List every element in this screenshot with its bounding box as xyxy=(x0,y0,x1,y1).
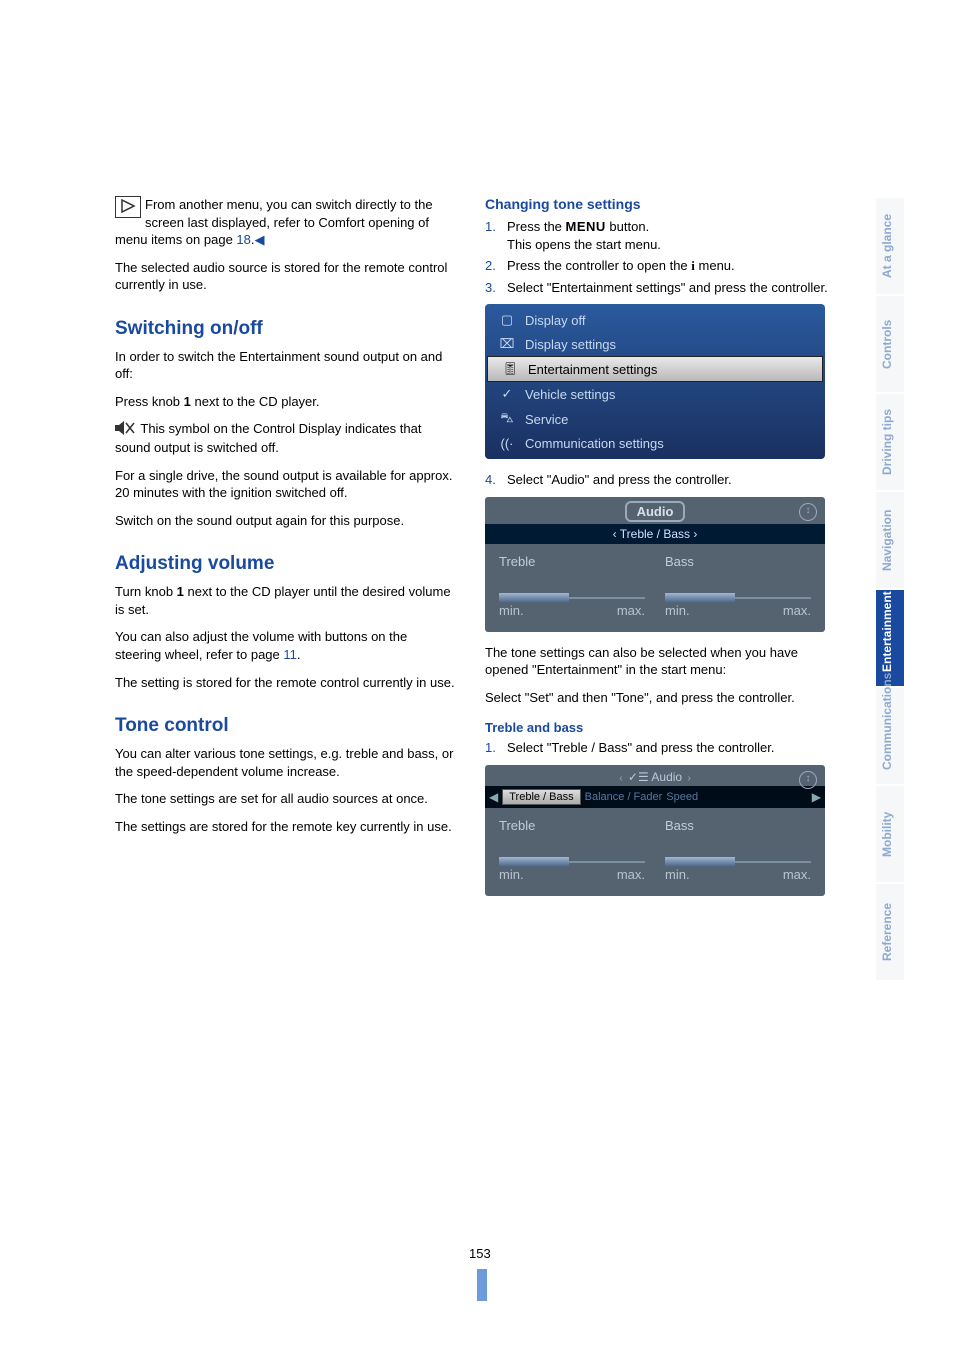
changing-tone-step4: 4. Select "Audio" and press the controll… xyxy=(485,471,830,489)
audio-nav-icon: ✓☰ xyxy=(628,770,649,784)
equalizer-icon: 🎚 xyxy=(498,361,522,377)
tip-arrow-icon xyxy=(115,196,141,218)
menu-row-service: ⛍Service xyxy=(485,406,825,432)
knob-number-2: 1 xyxy=(177,584,184,599)
end-marker-icon: ◀ xyxy=(255,231,265,249)
right-column: Changing tone settings 1. Press the MENU… xyxy=(485,196,830,908)
step-number: 3. xyxy=(485,279,507,297)
treble-label: Treble xyxy=(499,554,645,569)
switch-knob: Press knob 1 next to the CD player. xyxy=(115,393,455,411)
step4-text: Select "Audio" and press the controller. xyxy=(507,471,732,489)
left-column: From another menu, you can switch direct… xyxy=(115,196,455,908)
heading-treble-bass: Treble and bass xyxy=(485,720,830,735)
heading-tone: Tone control xyxy=(115,715,455,737)
monitor-icon: ⌧ xyxy=(495,336,519,352)
circle-indicator-icon: ↕ xyxy=(799,503,817,521)
treble-bass-steps: 1. Select "Treble / Bass" and press the … xyxy=(485,739,830,757)
car-icon: ⛍ xyxy=(495,410,519,428)
tip-page-link[interactable]: 18 xyxy=(236,232,250,247)
step-number: 1. xyxy=(485,739,507,757)
tab-entertainment[interactable]: Entertainment xyxy=(876,588,904,686)
step-number: 1. xyxy=(485,218,507,253)
tab-balance-fader: Balance / Fader xyxy=(585,791,663,803)
circle-indicator-icon: ↕ xyxy=(799,771,817,789)
tip-text-before: From another menu, you can switch direct… xyxy=(115,197,433,247)
stored-source-text: The selected audio source is stored for … xyxy=(115,259,455,294)
step1-sub: This opens the start menu. xyxy=(507,237,661,252)
tab-at-a-glance[interactable]: At a glance xyxy=(876,196,904,294)
treble-slider-2 xyxy=(499,861,645,863)
changing-tone-steps: 1. Press the MENU button. This opens the… xyxy=(485,218,830,296)
menu-row-display-off: ▢Display off xyxy=(485,308,825,332)
bass-label-2: Bass xyxy=(665,818,811,833)
knob-number: 1 xyxy=(184,394,191,409)
section-tabs: At a glance Controls Driving tips Naviga… xyxy=(876,196,904,980)
step3-text: Select "Entertainment settings" and pres… xyxy=(507,279,828,297)
audio-screen-2: ‹ ✓☰ Audio › ↕ ◀ Treble / Bass Balance /… xyxy=(485,765,825,896)
page-number: 153 xyxy=(469,1246,491,1261)
tab-speed: Speed xyxy=(666,791,698,803)
single-drive-1: For a single drive, the sound output is … xyxy=(115,467,455,502)
tone-alt-1: The tone settings can also be selected w… xyxy=(485,644,830,679)
menu-button-label: MENU xyxy=(566,219,606,234)
mute-symbol-paragraph: This symbol on the Control Display indic… xyxy=(115,420,455,456)
step-number: 2. xyxy=(485,257,507,275)
switch-intro: In order to switch the Entertainment sou… xyxy=(115,348,455,383)
bass-label: Bass xyxy=(665,554,811,569)
step-number: 4. xyxy=(485,471,507,489)
audio-screen-1: Audio ↕ ‹ Treble / Bass › Treble min.max… xyxy=(485,497,825,632)
tab-controls[interactable]: Controls xyxy=(876,294,904,392)
volume-stored: The setting is stored for the remote con… xyxy=(115,674,455,692)
tab-treble-bass-selected: Treble / Bass xyxy=(502,789,580,805)
tab-communications[interactable]: Communications xyxy=(876,686,904,784)
check-car-icon: ✓ xyxy=(495,386,519,402)
audio-badge: Audio xyxy=(625,501,686,522)
tab-driving-tips[interactable]: Driving tips xyxy=(876,392,904,490)
page-indicator-bar xyxy=(477,1269,487,1301)
treble-bass-banner: ‹ Treble / Bass › xyxy=(485,524,825,544)
volume-steering: You can also adjust the volume with butt… xyxy=(115,628,455,663)
heading-volume: Adjusting volume xyxy=(115,553,455,575)
heading-changing-tone: Changing tone settings xyxy=(485,196,830,212)
treble-slider xyxy=(499,597,645,599)
tone-alt-2: Select "Set" and then "Tone", and press … xyxy=(485,689,830,707)
bass-slider-2 xyxy=(665,861,811,863)
bass-slider xyxy=(665,597,811,599)
tone-p1: You can alter various tone settings, e.g… xyxy=(115,745,455,780)
treble-step1: Select "Treble / Bass" and press the con… xyxy=(507,739,774,757)
tab-banner: ◀ Treble / Bass Balance / Fader Speed ▶ xyxy=(485,786,825,808)
tab-reference[interactable]: Reference xyxy=(876,882,904,980)
menu-row-vehicle: ✓Vehicle settings xyxy=(485,382,825,406)
page-11-link[interactable]: 11 xyxy=(283,647,297,662)
tab-navigation[interactable]: Navigation xyxy=(876,490,904,588)
right-arrow-icon: ▶ xyxy=(812,790,821,804)
square-icon: ▢ xyxy=(495,312,519,328)
tone-p2: The tone settings are set for all audio … xyxy=(115,790,455,808)
idrive-settings-menu-screenshot: ▢Display off ⌧Display settings 🎚Entertai… xyxy=(485,304,825,459)
antenna-icon: ((· xyxy=(495,436,519,451)
menu-row-entertainment-selected: 🎚Entertainment settings xyxy=(487,356,823,382)
tone-p3: The settings are stored for the remote k… xyxy=(115,818,455,836)
mute-speaker-icon xyxy=(115,421,137,440)
tab-mobility[interactable]: Mobility xyxy=(876,784,904,882)
heading-switching: Switching on/off xyxy=(115,318,455,340)
left-arrow-icon: ◀ xyxy=(489,790,498,804)
tip-paragraph: From another menu, you can switch direct… xyxy=(115,196,455,249)
single-drive-2: Switch on the sound output again for thi… xyxy=(115,512,455,530)
treble-label-2: Treble xyxy=(499,818,645,833)
menu-row-display-settings: ⌧Display settings xyxy=(485,332,825,356)
volume-turn-knob: Turn knob 1 next to the CD player until … xyxy=(115,583,455,618)
menu-row-communication: ((·Communication settings xyxy=(485,432,825,455)
audio-nav-title: Audio xyxy=(651,770,682,784)
